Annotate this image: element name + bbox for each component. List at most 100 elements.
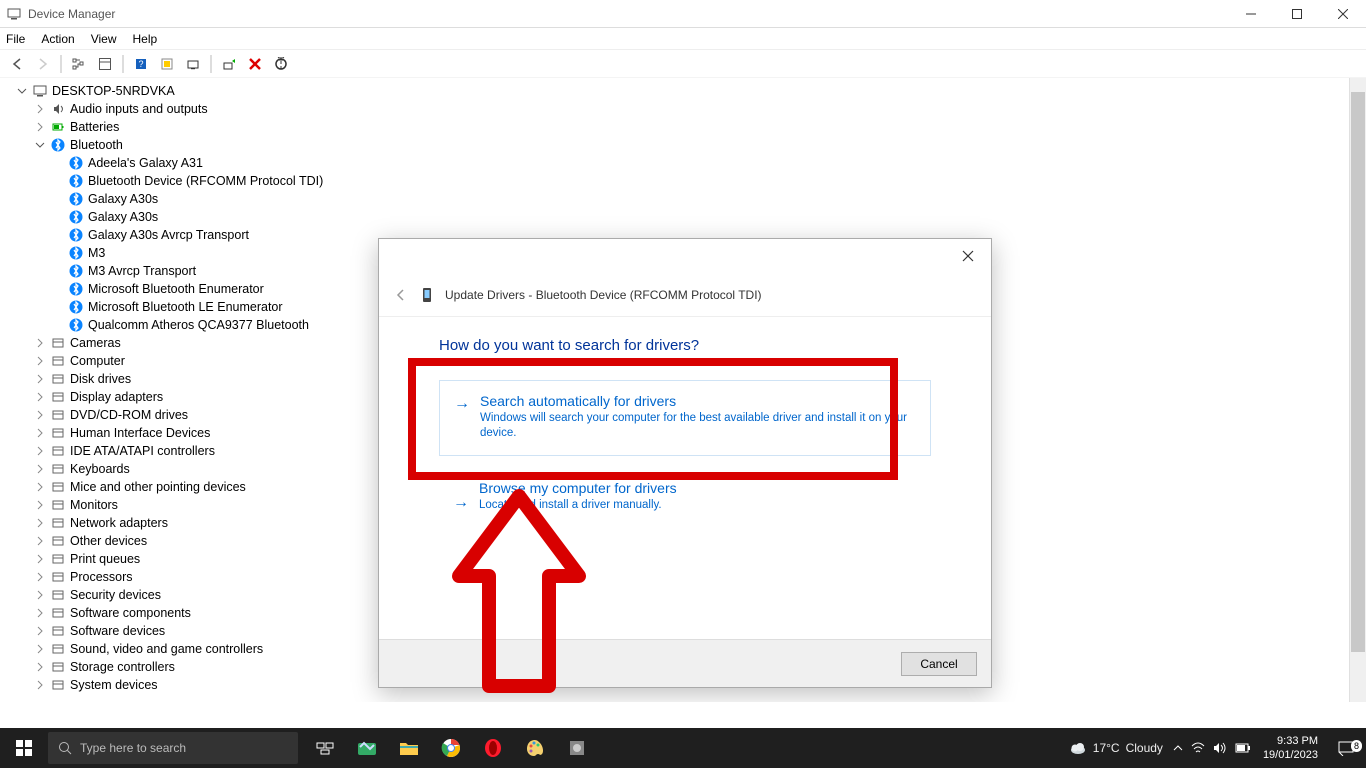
menu-action[interactable]: Action (41, 32, 74, 46)
taskbar-app[interactable] (346, 728, 388, 768)
taskbar-app-opera[interactable] (472, 728, 514, 768)
tree-device[interactable]: Galaxy A30s (16, 208, 1366, 226)
tray-battery-icon[interactable] (1235, 743, 1251, 753)
show-hidden-icon[interactable] (156, 53, 178, 75)
start-button[interactable] (0, 728, 48, 768)
chevron-right-icon[interactable] (34, 553, 46, 565)
scan-hardware-icon[interactable] (182, 53, 204, 75)
chevron-right-icon[interactable] (34, 661, 46, 673)
chevron-right-icon[interactable] (34, 589, 46, 601)
update-drivers-dialog: Update Drivers - Bluetooth Device (RFCOM… (378, 238, 992, 688)
chevron-right-icon[interactable] (34, 427, 46, 439)
device-category-icon (50, 623, 66, 639)
tree-category[interactable]: Audio inputs and outputs (16, 100, 1366, 118)
tree-category-label: Print queues (70, 550, 140, 568)
tray-chevron-icon[interactable] (1173, 743, 1183, 753)
tree-category-label: Other devices (70, 532, 147, 550)
update-driver-icon[interactable] (218, 53, 240, 75)
tree-category-bluetooth[interactable]: Bluetooth (16, 136, 1366, 154)
chevron-right-icon[interactable] (34, 571, 46, 583)
bluetooth-icon (68, 245, 84, 261)
dialog-question: How do you want to search for drivers? (439, 337, 931, 354)
option-search-automatically[interactable]: → Search automatically for drivers Windo… (439, 380, 931, 456)
taskbar-app-chrome[interactable] (430, 728, 472, 768)
chevron-right-icon[interactable] (34, 625, 46, 637)
bluetooth-icon (68, 317, 84, 333)
menu-file[interactable]: File (6, 32, 25, 46)
tree-root[interactable]: DESKTOP-5NRDVKA (16, 82, 1366, 100)
bluetooth-icon (68, 191, 84, 207)
taskbar-app[interactable] (556, 728, 598, 768)
properties-icon[interactable] (94, 53, 116, 75)
dialog-close-button[interactable] (945, 241, 991, 271)
notification-center-button[interactable]: 8 (1326, 740, 1366, 756)
option-description: Locate and install a driver manually. (479, 498, 915, 513)
taskbar-search[interactable]: Type here to search (48, 732, 298, 764)
chevron-right-icon[interactable] (34, 481, 46, 493)
menu-help[interactable]: Help (133, 32, 158, 46)
chevron-right-icon[interactable] (34, 355, 46, 367)
chevron-right-icon[interactable] (34, 607, 46, 619)
option-browse-computer[interactable]: → Browse my computer for drivers Locate … (439, 480, 931, 513)
close-button[interactable] (1320, 0, 1366, 28)
tree-device[interactable]: Adeela's Galaxy A31 (16, 154, 1366, 172)
toolbar: ? (0, 50, 1366, 78)
tree-device[interactable]: Bluetooth Device (RFCOMM Protocol TDI) (16, 172, 1366, 190)
chevron-down-icon[interactable] (34, 139, 46, 151)
task-view-button[interactable] (304, 728, 346, 768)
computer-icon (32, 83, 48, 99)
cancel-button[interactable]: Cancel (901, 652, 977, 676)
tray-volume-icon[interactable] (1213, 742, 1227, 754)
chevron-right-icon[interactable] (34, 391, 46, 403)
uninstall-icon[interactable] (244, 53, 266, 75)
tree-device[interactable]: Galaxy A30s (16, 190, 1366, 208)
chevron-right-icon[interactable] (34, 643, 46, 655)
chevron-right-icon[interactable] (34, 373, 46, 385)
device-category-icon (50, 533, 66, 549)
main-content: DESKTOP-5NRDVKA Audio inputs and outputs… (0, 78, 1366, 702)
minimize-button[interactable] (1228, 0, 1274, 28)
taskbar-clock[interactable]: 9:33 PM 19/01/2023 (1255, 734, 1326, 762)
tree-category-label: Monitors (70, 496, 118, 514)
device-category-icon (50, 605, 66, 621)
menu-view[interactable]: View (91, 32, 117, 46)
chevron-right-icon[interactable] (34, 499, 46, 511)
taskbar-app-explorer[interactable] (388, 728, 430, 768)
maximize-button[interactable] (1274, 0, 1320, 28)
chevron-right-icon[interactable] (34, 337, 46, 349)
chevron-right-icon[interactable] (34, 445, 46, 457)
chevron-right-icon[interactable] (34, 121, 46, 133)
disable-icon[interactable] (270, 53, 292, 75)
notification-badge: 8 (1351, 740, 1362, 752)
forward-button[interactable] (32, 53, 54, 75)
dialog-back-button[interactable] (393, 287, 409, 303)
chevron-down-icon[interactable] (16, 85, 28, 97)
chevron-right-icon[interactable] (34, 517, 46, 529)
taskbar-weather[interactable]: 17°C Cloudy (1069, 741, 1163, 755)
tree-category-label: Computer (70, 352, 125, 370)
taskbar-app-paint[interactable] (514, 728, 556, 768)
device-category-icon (50, 677, 66, 693)
chevron-right-icon[interactable] (34, 463, 46, 475)
back-button[interactable] (6, 53, 28, 75)
chevron-right-icon[interactable] (34, 535, 46, 547)
bluetooth-icon (68, 227, 84, 243)
device-category-icon (50, 353, 66, 369)
chevron-right-icon[interactable] (34, 409, 46, 421)
help-icon[interactable]: ? (130, 53, 152, 75)
chevron-right-icon[interactable] (34, 103, 46, 115)
tray-network-icon[interactable] (1191, 742, 1205, 754)
tree-category-label: Disk drives (70, 370, 131, 388)
tree-category[interactable]: Batteries (16, 118, 1366, 136)
tree-view-icon[interactable] (68, 53, 90, 75)
device-category-icon (50, 407, 66, 423)
tree-category-label: Sound, video and game controllers (70, 640, 263, 658)
vertical-scrollbar[interactable] (1349, 78, 1366, 702)
device-category-icon (50, 659, 66, 675)
chevron-right-icon[interactable] (34, 679, 46, 691)
tree-root-label: DESKTOP-5NRDVKA (52, 82, 175, 100)
scrollbar-thumb[interactable] (1351, 92, 1365, 652)
window-title: Device Manager (28, 7, 1228, 21)
tree-category-label: System devices (70, 676, 158, 694)
device-category-icon (50, 641, 66, 657)
